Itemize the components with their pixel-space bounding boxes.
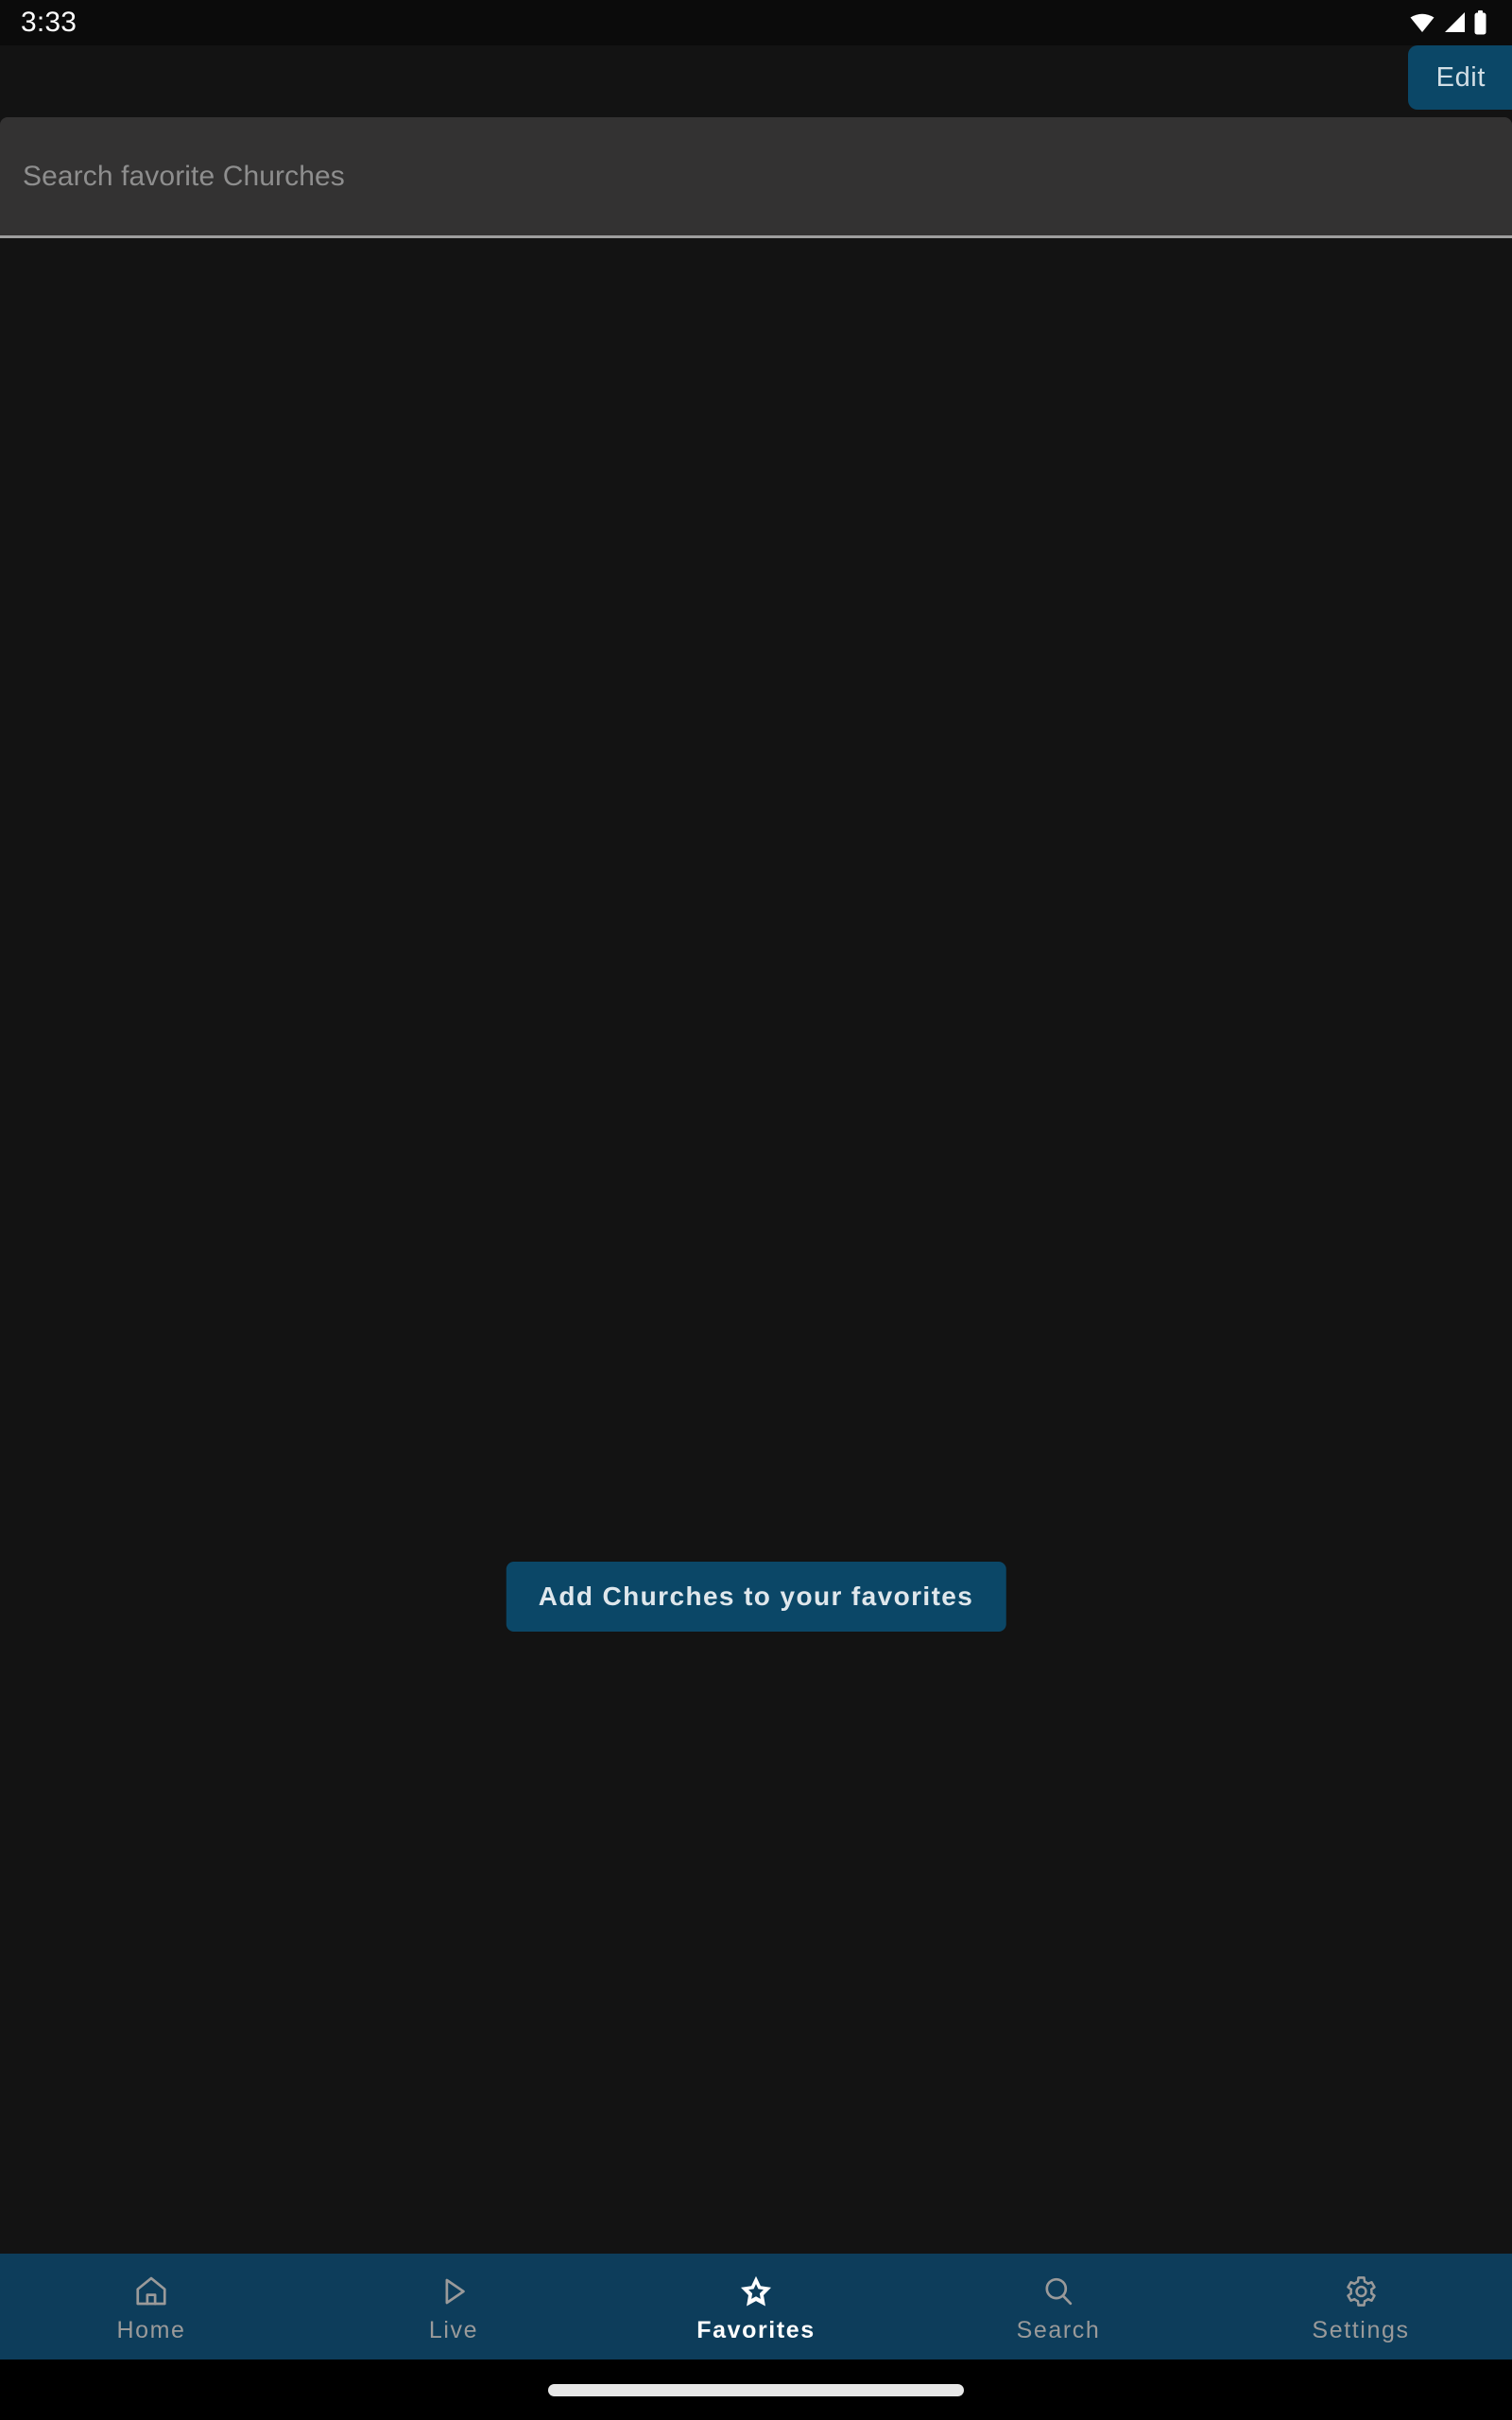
wifi-icon	[1409, 11, 1435, 34]
star-icon	[737, 2271, 775, 2312]
search-input[interactable]: Search favorite Churches	[0, 117, 1512, 238]
system-gesture-bar	[0, 2360, 1512, 2420]
nav-label-search: Search	[1016, 2317, 1101, 2343]
gesture-handle[interactable]	[548, 2383, 964, 2396]
nav-item-favorites[interactable]: Favorites	[605, 2254, 907, 2360]
nav-item-settings[interactable]: Settings	[1210, 2254, 1512, 2360]
gear-icon	[1343, 2271, 1379, 2312]
home-icon	[133, 2271, 169, 2312]
nav-label-home: Home	[116, 2317, 186, 2343]
battery-icon	[1473, 10, 1487, 35]
status-bar-icons	[1409, 10, 1487, 35]
nav-item-search[interactable]: Search	[907, 2254, 1210, 2360]
search-icon	[1040, 2271, 1076, 2312]
nav-label-favorites: Favorites	[696, 2317, 816, 2343]
nav-label-settings: Settings	[1312, 2317, 1410, 2343]
status-bar-clock: 3:33	[21, 7, 77, 38]
play-icon	[436, 2271, 472, 2312]
bottom-navigation-bar: Home Live Favorites Search Settings	[0, 2254, 1512, 2360]
status-bar: 3:33	[0, 0, 1512, 45]
search-bar-container: Search favorite Churches	[0, 117, 1512, 242]
favorites-content-area: Add Churches to your favorites	[0, 242, 1512, 2254]
add-churches-to-favorites-button[interactable]: Add Churches to your favorites	[506, 1562, 1006, 1632]
nav-item-home[interactable]: Home	[0, 2254, 302, 2360]
nav-label-live: Live	[428, 2317, 479, 2343]
app-screen: 3:33 Edit Search favorite Churches Add C…	[0, 0, 1512, 2420]
cellular-signal-icon	[1442, 11, 1467, 34]
search-input-placeholder: Search favorite Churches	[23, 160, 345, 192]
edit-button[interactable]: Edit	[1407, 45, 1512, 110]
app-bar: Edit	[0, 45, 1512, 117]
nav-item-live[interactable]: Live	[302, 2254, 605, 2360]
